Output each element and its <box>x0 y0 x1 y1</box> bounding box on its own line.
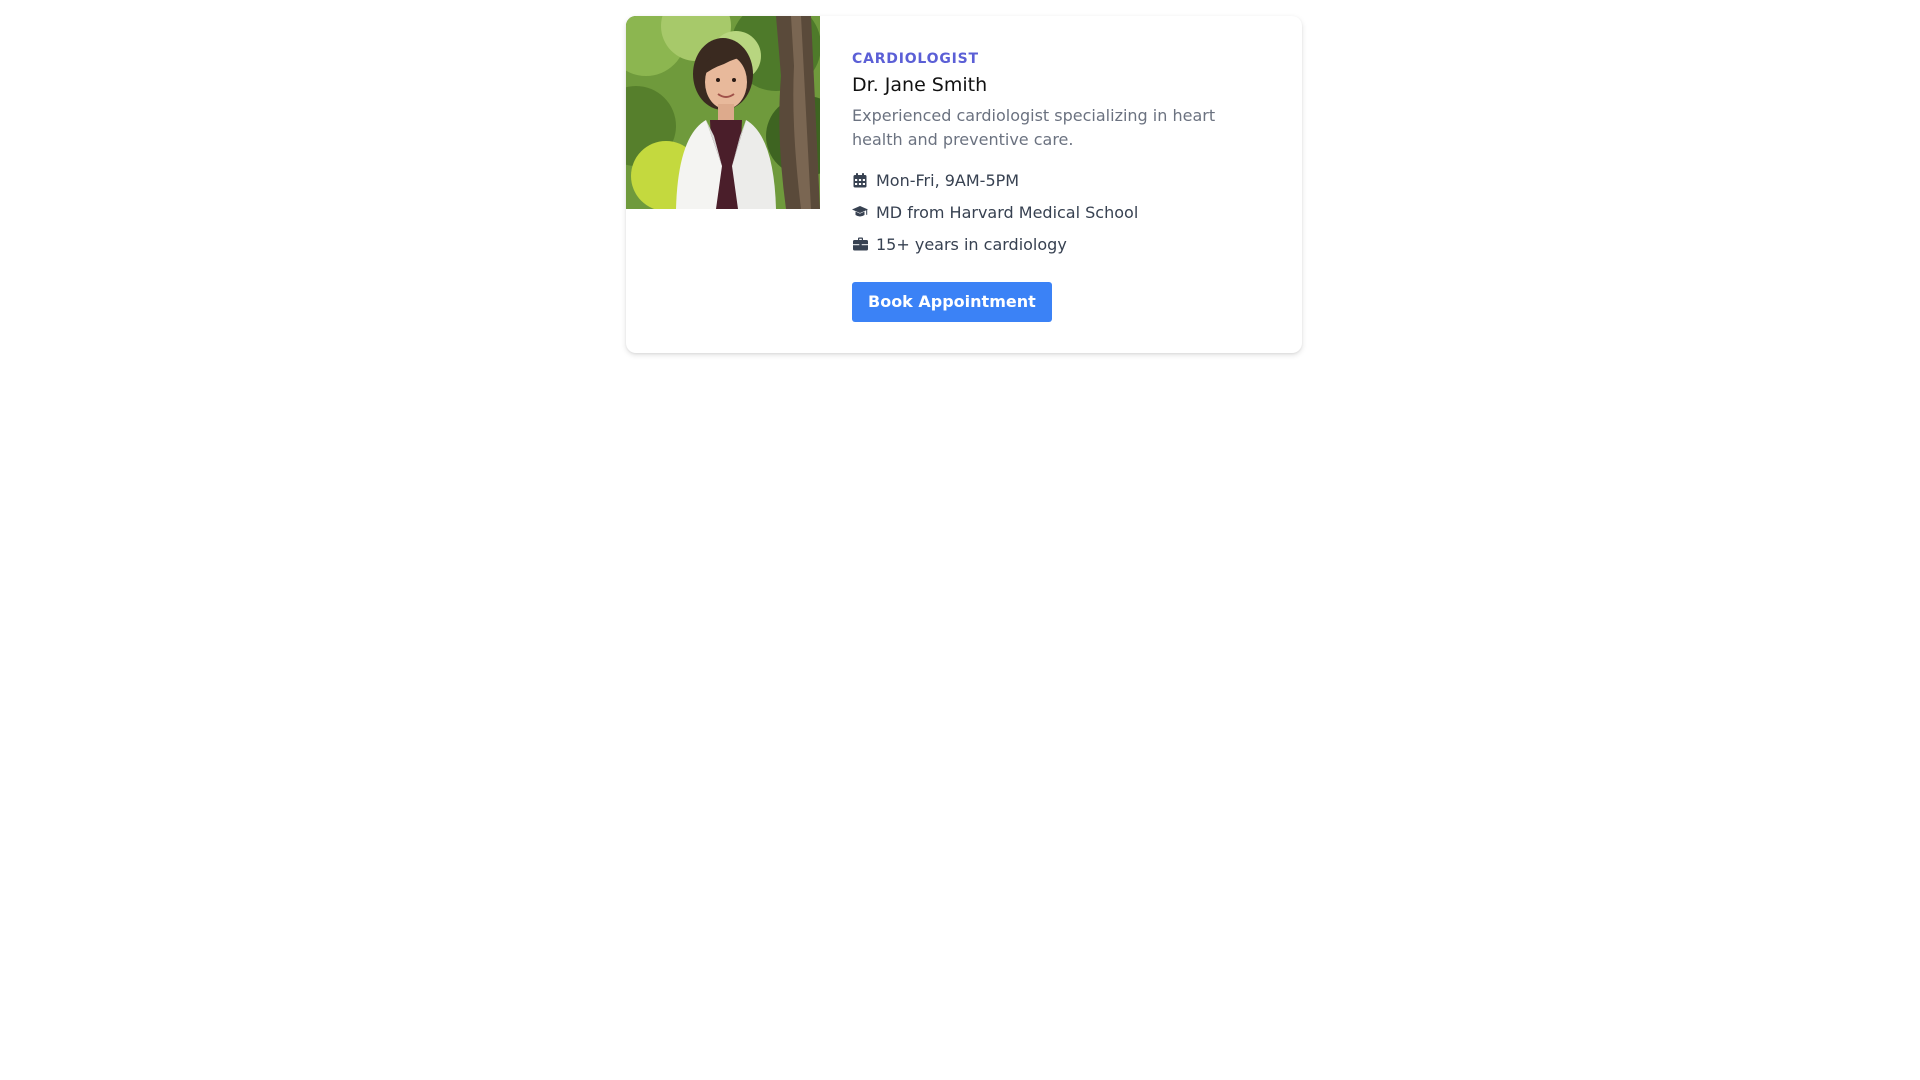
detail-education-text: MD from Harvard Medical School <box>876 202 1139 222</box>
detail-experience: 15+ years in cardiology <box>852 232 1272 256</box>
detail-hours: Mon-Fri, 9AM-5PM <box>852 168 1272 192</box>
graduation-cap-icon <box>852 204 868 220</box>
specialty-label: CARDIOLOGIST <box>852 51 979 67</box>
calendar-icon <box>852 172 868 188</box>
briefcase-icon <box>852 236 868 252</box>
detail-experience-text: 15+ years in cardiology <box>876 234 1067 254</box>
book-appointment-button[interactable]: Book Appointment <box>852 282 1052 322</box>
doctor-name: Dr. Jane Smith <box>852 74 988 96</box>
doctor-photo <box>626 16 820 209</box>
detail-hours-text: Mon-Fri, 9AM-5PM <box>876 170 1020 190</box>
doctor-info: CARDIOLOGIST Dr. Jane Smith Experienced … <box>852 50 1272 322</box>
detail-education: MD from Harvard Medical School <box>852 200 1272 224</box>
doctor-description: Experienced cardiologist specializing in… <box>852 106 1216 149</box>
details-list: Mon-Fri, 9AM-5PM MD from Harvard Medical… <box>852 168 1272 256</box>
doctor-card: CARDIOLOGIST Dr. Jane Smith Experienced … <box>626 16 1302 353</box>
